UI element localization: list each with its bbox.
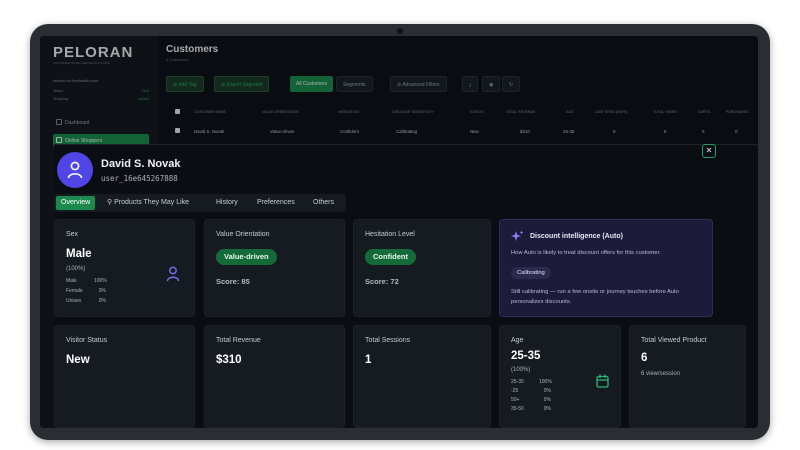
- card-value: Male: [66, 248, 92, 260]
- breakdown-row: Female 0%: [66, 288, 106, 294]
- value-orientation-card: Value Orientation Value-driven Score: 85: [204, 219, 345, 317]
- card-percent: (100%): [511, 367, 531, 373]
- card-note: Still calibrating — run a few onsite or …: [511, 289, 679, 305]
- card-title: Discount intelligence (Auto): [530, 233, 623, 240]
- tab-overview[interactable]: Overview: [56, 196, 96, 210]
- card-label: Value Orientation: [216, 231, 270, 238]
- breakdown-row: -25 0%: [511, 388, 551, 394]
- tab-history[interactable]: History: [211, 196, 243, 210]
- sparkle-icon: ⚲: [107, 199, 113, 206]
- card-label: Hesitation Level: [365, 231, 415, 238]
- status-badge: Calibrating: [511, 267, 551, 279]
- age-card: Age 25-35 (100%) 25-35 100% -25 0% 50+ 0% 3…: [499, 325, 621, 428]
- card-percent: (100%): [66, 266, 86, 272]
- card-label: Total Revenue: [216, 337, 261, 344]
- card-label: Sex: [66, 231, 79, 238]
- close-button[interactable]: ✕: [702, 144, 716, 158]
- tab-others[interactable]: Others: [308, 196, 339, 210]
- user-icon: [67, 161, 83, 179]
- card-value: 1: [365, 354, 372, 366]
- tab-bar: Overview ⚲ Products They May Like Histor…: [54, 194, 346, 212]
- card-value: New: [66, 354, 90, 366]
- camera-dot: [397, 28, 403, 34]
- total-sessions-card: Total Sessions 1: [353, 325, 491, 428]
- card-value: $310: [216, 354, 242, 366]
- total-revenue-card: Total Revenue $310: [204, 325, 345, 428]
- hesitation-badge: Confident: [365, 249, 416, 265]
- discount-intelligence-card: Discount intelligence (Auto) How Auto is…: [499, 219, 713, 317]
- tab-products-they-may-like[interactable]: ⚲ Products They May Like: [102, 196, 194, 210]
- avatar: [57, 152, 93, 188]
- person-icon: [166, 266, 180, 282]
- card-label: Total Sessions: [365, 337, 411, 344]
- screen: PELORAN CUSTOMER INTELLIGENCE PLATFORM s…: [40, 36, 758, 428]
- visitor-status-card: Visitor Status New: [54, 325, 195, 428]
- breakdown-row: Male 100%: [66, 278, 107, 284]
- score-label: Score: 85: [216, 277, 250, 286]
- breakdown-row: Unisex 0%: [66, 298, 106, 304]
- hesitation-level-card: Hesitation Level Confident Score: 72: [353, 219, 491, 317]
- breakdown-row: 50+ 0%: [511, 397, 551, 403]
- sparkle-icon: [511, 230, 524, 241]
- tab-preferences[interactable]: Preferences: [252, 196, 300, 210]
- breakdown-row: 25-35 100%: [511, 379, 552, 385]
- calendar-icon: [596, 374, 609, 388]
- total-viewed-product-card: Total Viewed Product 6 6 view/session: [629, 325, 746, 428]
- customer-name: David S. Novak: [101, 158, 181, 170]
- sex-card: Sex Male (100%) Male 100% Female 0% Unisex…: [54, 219, 195, 317]
- score-label: Score: 72: [365, 277, 399, 286]
- card-label: Age: [511, 337, 524, 344]
- card-value: 6: [641, 352, 648, 364]
- breakdown-row: 35-50 0%: [511, 406, 551, 412]
- card-label: Visitor Status: [66, 337, 108, 344]
- card-value: 25-35: [511, 350, 541, 362]
- card-subtext: 6 view/session: [641, 371, 681, 377]
- value-orientation-badge: Value-driven: [216, 249, 277, 265]
- card-description: How Auto is likely to treat discount off…: [511, 250, 661, 256]
- card-label: Total Viewed Product: [641, 337, 707, 344]
- customer-id: user_16e645267888: [101, 174, 178, 183]
